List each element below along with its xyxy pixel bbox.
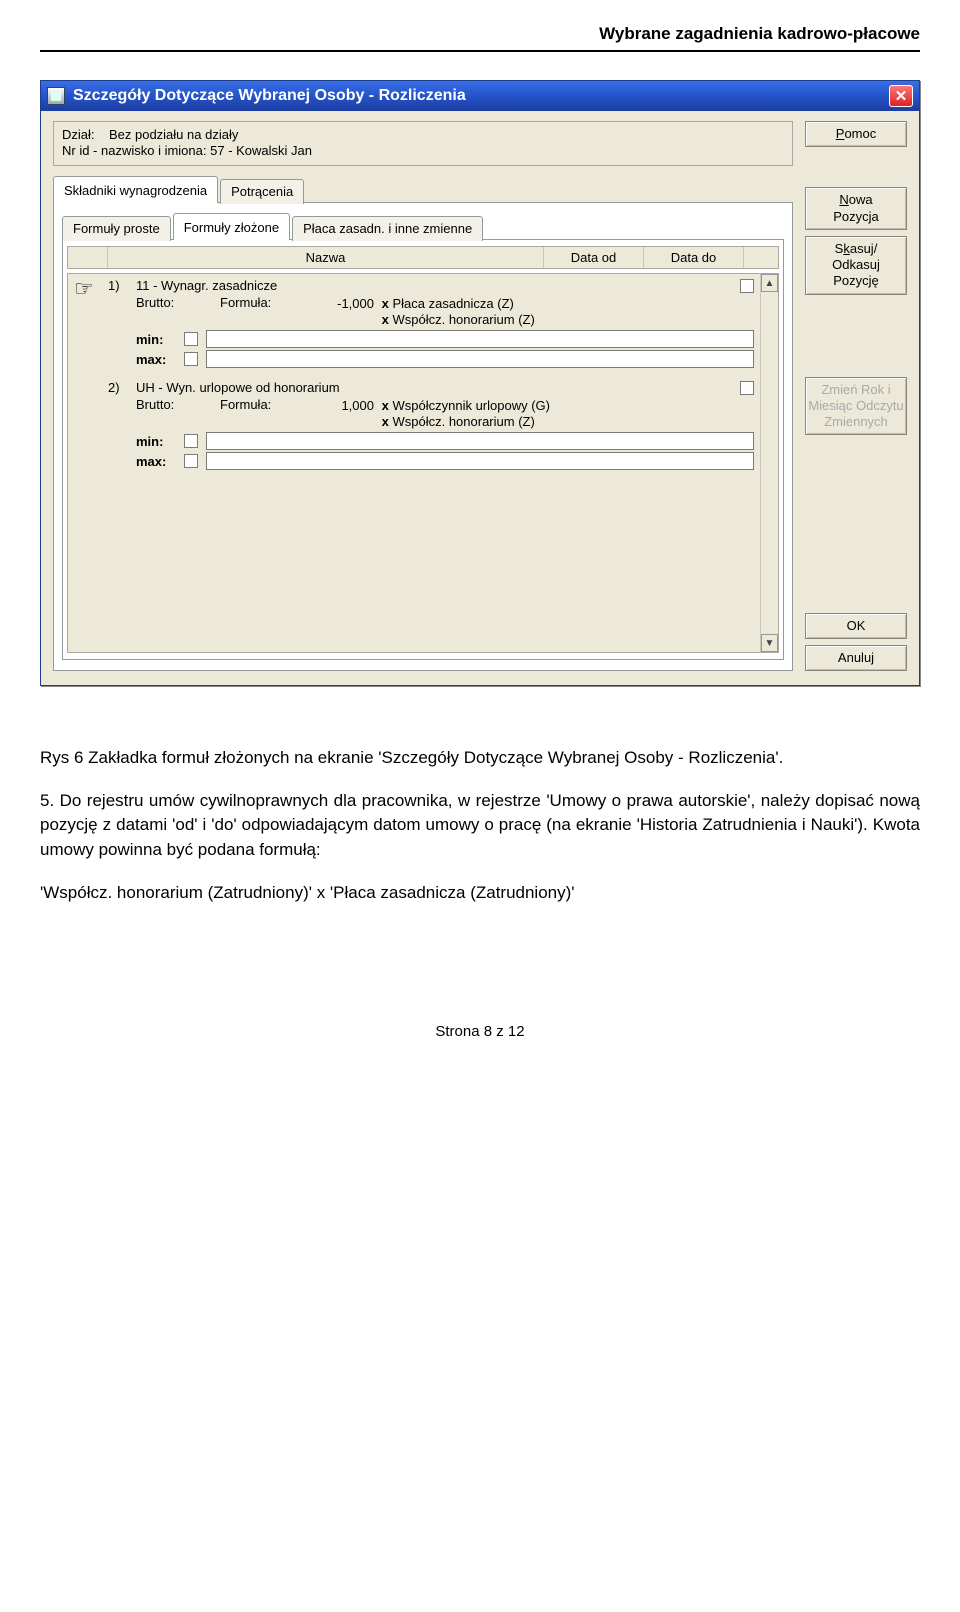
max-label: max: <box>136 454 184 469</box>
max-label: max: <box>136 352 184 367</box>
body-paragraph: 5. Do rejestru umów cywilnoprawnych dla … <box>40 789 920 863</box>
brutto-label: Brutto: <box>136 295 220 328</box>
formula-rest: Współczynnik urlopowy (G) <box>392 398 550 413</box>
max-row: max: <box>136 452 754 470</box>
window-icon <box>47 87 65 105</box>
skasuj-button[interactable]: Skasuj/OdkasujPozycję <box>805 236 907 295</box>
formula-content: -1,000 x Płaca zasadnicza (Z) x <box>304 295 754 328</box>
scroll-up-icon[interactable]: ▲ <box>761 274 778 292</box>
list-item[interactable]: ☞ 1) 11 - Wynagr. zasadnicze <box>74 278 754 370</box>
max-field[interactable] <box>206 452 754 470</box>
nowa-pozycja-button[interactable]: NowaPozycja <box>805 187 907 230</box>
max-checkbox[interactable] <box>184 454 198 468</box>
formula-text: 'Współcz. honorarium (Zatrudniony)' x 'P… <box>40 883 920 903</box>
formula-label: Formuła: <box>220 295 304 328</box>
scroll-down-icon[interactable]: ▼ <box>761 634 778 652</box>
min-label: min: <box>136 332 184 347</box>
outer-tab-panel: Formuły proste Formuły złożone Płaca zas… <box>53 202 793 671</box>
inner-tabs: Formuły proste Formuły złożone Płaca zas… <box>62 213 784 240</box>
item-checkbox[interactable] <box>740 279 754 293</box>
min-field[interactable] <box>206 432 754 450</box>
id-label: Nr id - nazwisko i imiona: <box>62 143 207 158</box>
btn-pomoc-rest: omoc <box>844 126 876 141</box>
window-title: Szczegóły Dotyczące Wybranej Osoby - Roz… <box>73 87 889 105</box>
max-checkbox[interactable] <box>184 352 198 366</box>
item-index: 2) <box>108 380 136 395</box>
col-nazwa: Nazwa <box>108 247 544 268</box>
inner-tab-panel: Nazwa Data od Data do ▲ ▼ <box>62 239 784 660</box>
formula-label: Formuła: <box>220 397 304 430</box>
pomoc-button[interactable]: Pomoc <box>805 121 907 147</box>
zmien-rok-button: Zmień Rok i Miesiąc Odczytu Zmiennych <box>805 377 907 436</box>
anuluj-button[interactable]: Anuluj <box>805 645 907 671</box>
col-data-do: Data do <box>644 247 744 268</box>
formula-rest: Współcz. honorarium (Z) <box>392 312 534 327</box>
item-title: 11 - Wynagr. zasadnicze <box>136 278 732 293</box>
min-checkbox[interactable] <box>184 434 198 448</box>
formula-num: 1,000 <box>304 398 374 413</box>
tab-formuly-proste[interactable]: Formuły proste <box>62 216 171 241</box>
info-box: Dział: Bez podziału na działy Nr id - na… <box>53 121 793 166</box>
id-value: 57 - Kowalski Jan <box>210 143 312 158</box>
formula-rest: Współcz. honorarium (Z) <box>392 414 534 429</box>
columns-header: Nazwa Data od Data do <box>67 246 779 269</box>
formula-x: x <box>382 296 389 311</box>
formula-rest: Płaca zasadnicza (Z) <box>392 296 513 311</box>
min-label: min: <box>136 434 184 449</box>
pointer-icon: ☞ <box>74 278 108 300</box>
side-buttons: Pomoc NowaPozycja Skasuj/OdkasujPozycję … <box>805 121 907 671</box>
dzial-value: Bez podziału na działy <box>109 127 238 142</box>
tab-formuly-zlozone[interactable]: Formuły złożone <box>173 213 290 240</box>
col-chk <box>744 247 778 268</box>
dzial-label: Dział: <box>62 127 95 142</box>
formula-content: 1,000 x Współczynnik urlopowy (G) x <box>304 397 754 430</box>
ok-button[interactable]: OK <box>805 613 907 639</box>
formula-x: x <box>382 312 389 327</box>
max-field[interactable] <box>206 350 754 368</box>
item-title: UH - Wyn. urlopowe od honorarium <box>136 380 732 395</box>
list-item[interactable]: 2) UH - Wyn. urlopowe od honorarium Brut… <box>74 380 754 472</box>
list-area: ▲ ▼ ☞ 1) 11 - Wyn <box>67 273 779 653</box>
brutto-label: Brutto: <box>136 397 220 430</box>
id-line: Nr id - nazwisko i imiona: 57 - Kowalski… <box>62 143 784 158</box>
scrollbar[interactable]: ▲ ▼ <box>760 274 778 652</box>
page-number: Strona 8 z 12 <box>40 1023 920 1040</box>
outer-tabs: Składniki wynagrodzenia Potrącenia <box>53 176 793 203</box>
min-row: min: <box>136 432 754 450</box>
figure-caption: Rys 6 Zakładka formuł złożonych na ekran… <box>40 746 920 771</box>
col-pointer <box>68 247 108 268</box>
tab-skladniki[interactable]: Składniki wynagrodzenia <box>53 176 218 203</box>
header-rule <box>40 50 920 52</box>
item-checkbox[interactable] <box>740 381 754 395</box>
formula-num: -1,000 <box>304 296 374 311</box>
dzial-line: Dział: Bez podziału na działy <box>62 127 784 142</box>
dialog-window: Szczegóły Dotyczące Wybranej Osoby - Roz… <box>40 80 920 686</box>
max-row: max: <box>136 350 754 368</box>
tab-placa-zasadn[interactable]: Płaca zasadn. i inne zmienne <box>292 216 483 241</box>
doc-header: Wybrane zagadnienia kadrowo-płacowe <box>40 24 920 44</box>
min-field[interactable] <box>206 330 754 348</box>
formula-x: x <box>382 398 389 413</box>
min-checkbox[interactable] <box>184 332 198 346</box>
min-row: min: <box>136 330 754 348</box>
item-index: 1) <box>108 278 136 293</box>
formula-x: x <box>382 414 389 429</box>
titlebar: Szczegóły Dotyczące Wybranej Osoby - Roz… <box>41 81 919 111</box>
col-data-od: Data od <box>544 247 644 268</box>
close-icon[interactable]: ✕ <box>889 85 913 107</box>
tab-potracenia[interactable]: Potrącenia <box>220 179 304 204</box>
